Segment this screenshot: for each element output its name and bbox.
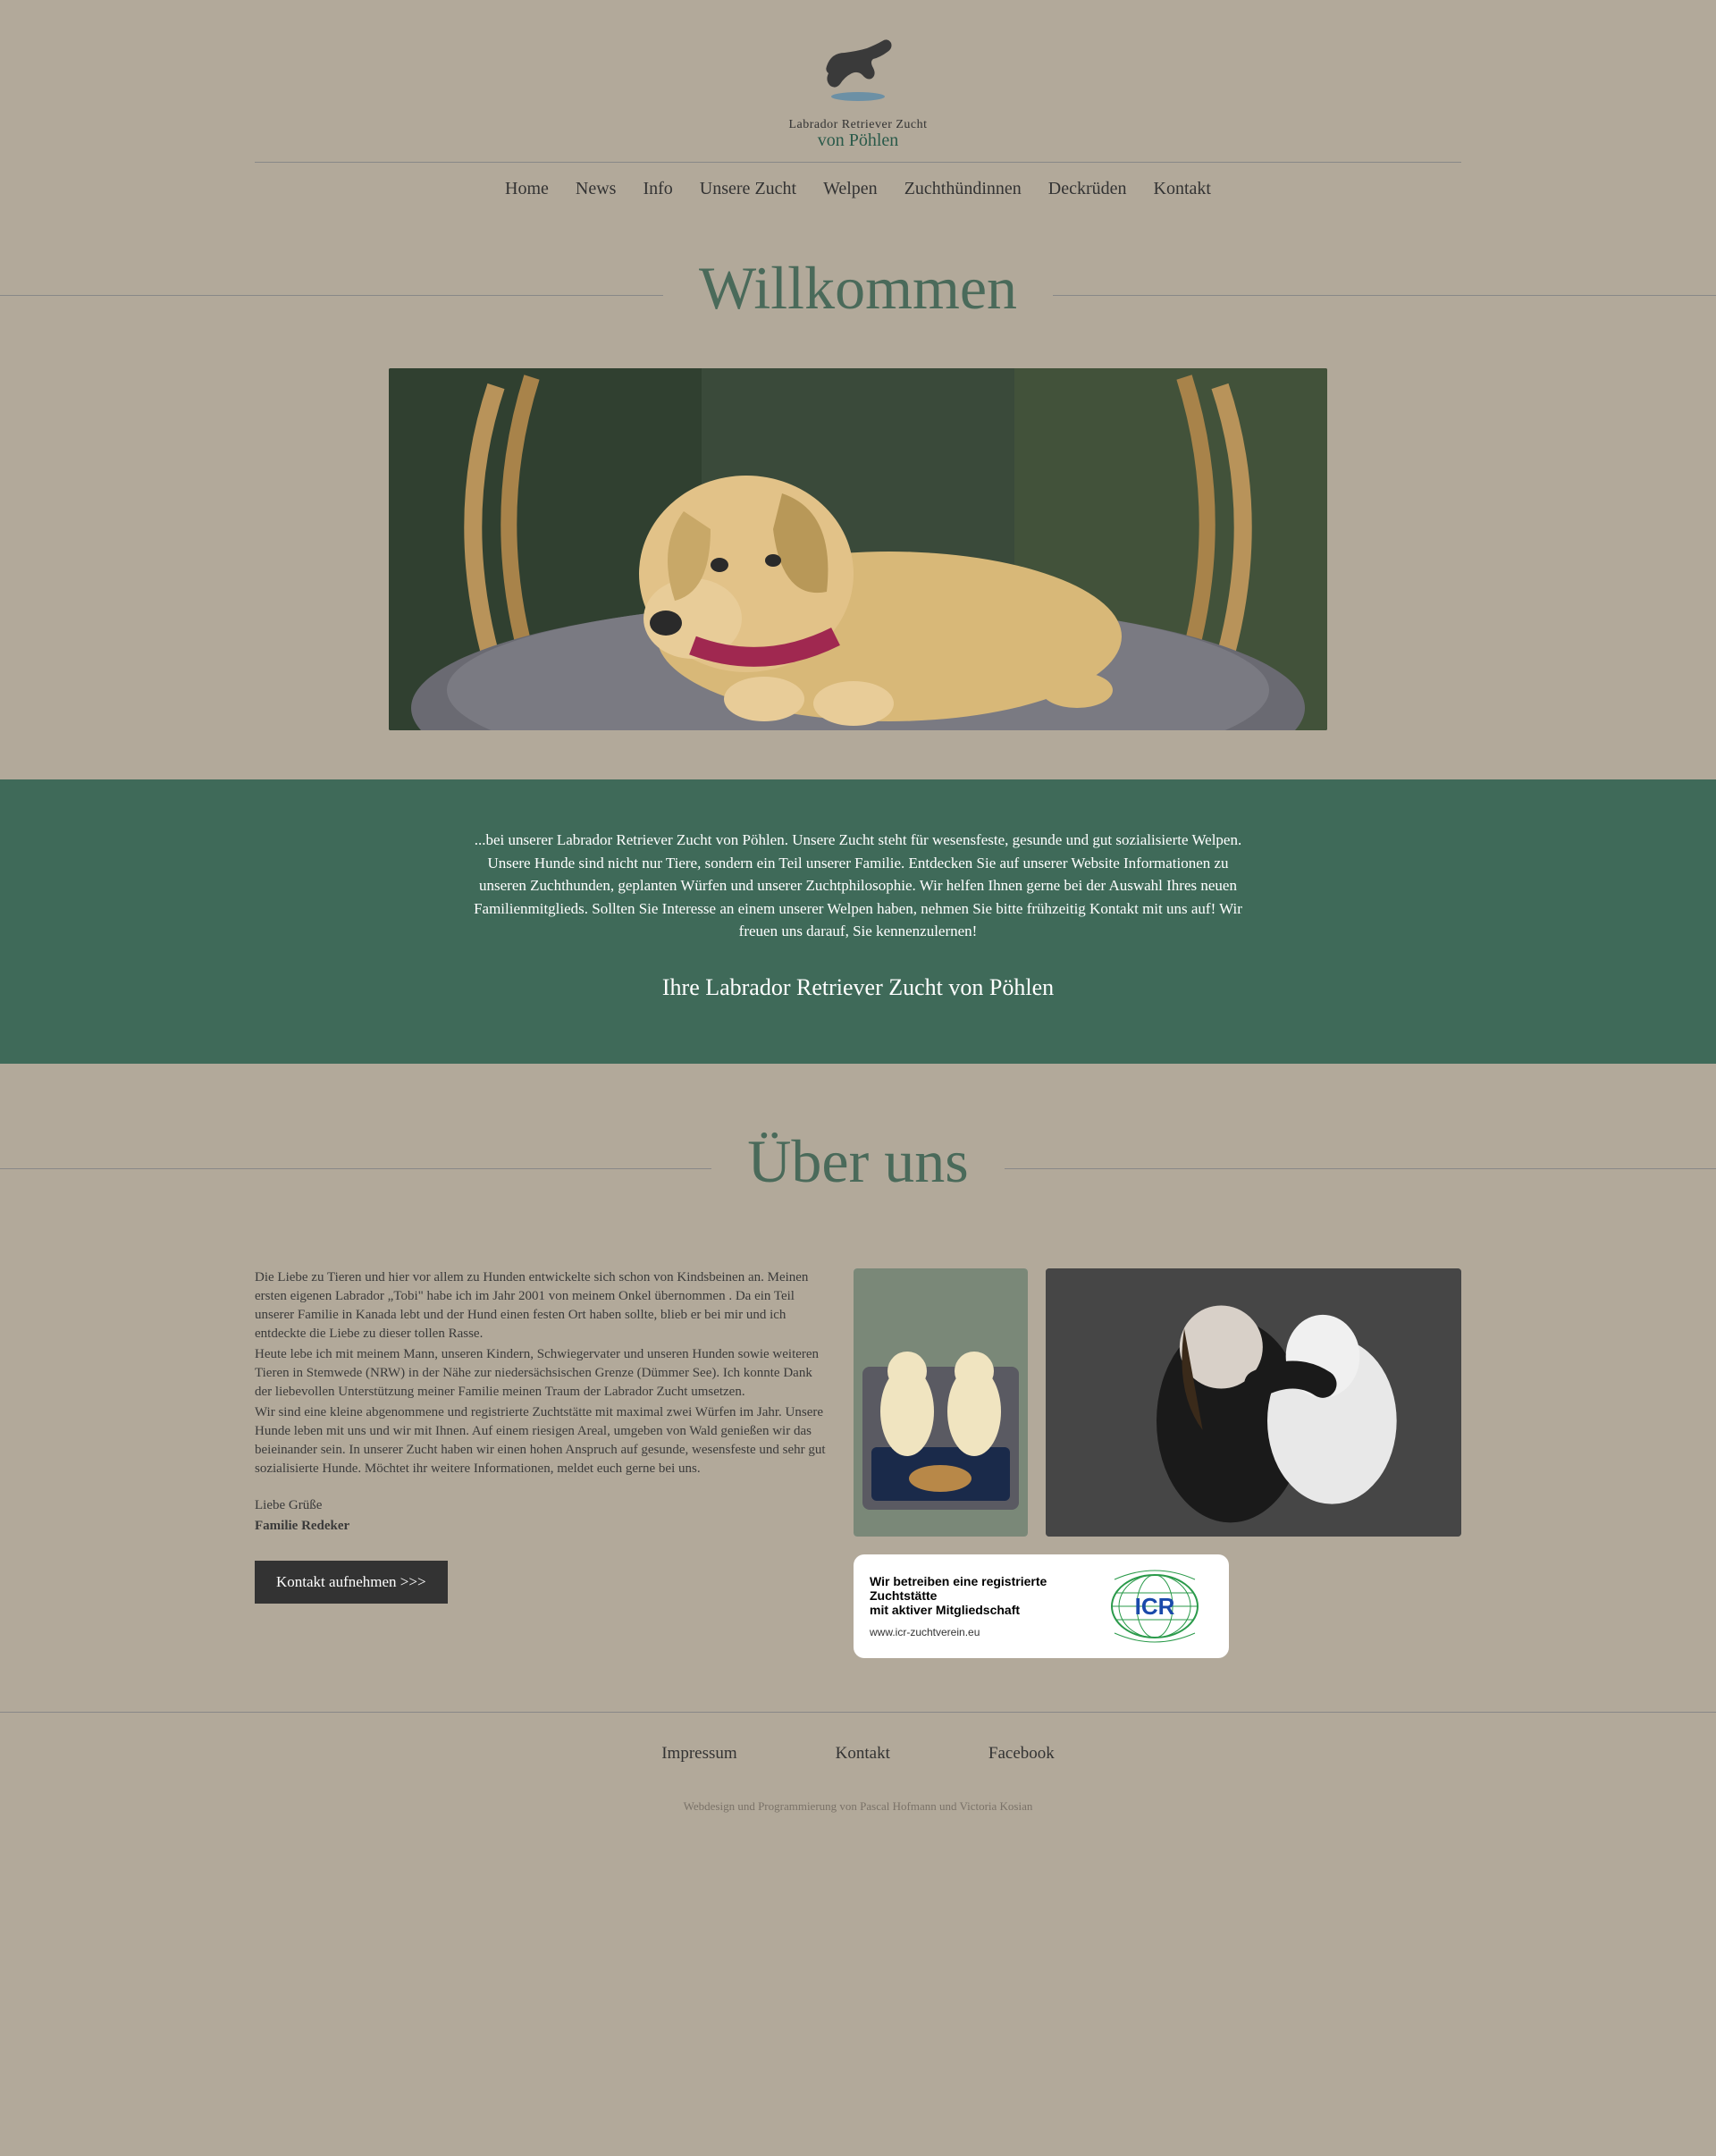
- main-nav: Home News Info Unsere Zucht Welpen Zucht…: [255, 163, 1461, 226]
- about-text-column: Die Liebe zu Tieren und hier vor allem z…: [255, 1268, 827, 1658]
- intro-text: ...bei unserer Labrador Retriever Zucht …: [469, 829, 1247, 943]
- about-family-name: Familie Redeker: [255, 1517, 827, 1536]
- about-photo-hug-bw: [1046, 1268, 1461, 1537]
- nav-welpen[interactable]: Welpen: [823, 179, 878, 199]
- footer-link-facebook[interactable]: Facebook: [988, 1744, 1055, 1764]
- logo-area: Labrador Retriever Zucht von Pöhlen: [0, 0, 1716, 162]
- logo-text-line2: von Pöhlen: [788, 131, 927, 151]
- about-paragraph-2: Heute lebe ich mit meinem Mann, unseren …: [255, 1345, 827, 1402]
- hero-section: [0, 368, 1716, 735]
- intro-green-block: ...bei unserer Labrador Retriever Zucht …: [0, 779, 1716, 1064]
- about-paragraph-3: Wir sind eine kleine abgenommene und reg…: [255, 1403, 827, 1478]
- about-signoff: Liebe Grüße: [255, 1496, 827, 1515]
- about-photo-dogs-couch: [854, 1268, 1028, 1537]
- nav-deckrueden[interactable]: Deckrüden: [1048, 179, 1127, 199]
- nav-zuchthuendinnen[interactable]: Zuchthündinnen: [904, 179, 1022, 199]
- footer-link-kontakt[interactable]: Kontakt: [836, 1744, 890, 1764]
- logo-dog-icon: [809, 21, 907, 111]
- nav-home[interactable]: Home: [505, 179, 549, 199]
- about-image-column: Wir betreiben eine registrierte Zuchtstä…: [854, 1268, 1461, 1658]
- about-heading-wrap: Über uns: [0, 1126, 1716, 1197]
- icr-logo-icon: ICR: [1097, 1566, 1213, 1646]
- about-paragraph-1: Die Liebe zu Tieren und hier vor allem z…: [255, 1268, 827, 1343]
- welcome-heading: Willkommen: [663, 253, 1053, 324]
- intro-signature: Ihre Labrador Retriever Zucht von Pöhlen: [18, 974, 1698, 1001]
- nav-news[interactable]: News: [576, 179, 617, 199]
- about-heading: Über uns: [711, 1126, 1004, 1197]
- contact-button[interactable]: Kontakt aufnehmen >>>: [255, 1561, 448, 1604]
- badge-url: www.icr-zuchtverein.eu: [870, 1626, 1079, 1638]
- welcome-heading-wrap: Willkommen: [0, 253, 1716, 324]
- footer-links: Impressum Kontakt Facebook: [0, 1744, 1716, 1764]
- hero-puppy-image: [389, 368, 1327, 730]
- footer-link-impressum[interactable]: Impressum: [661, 1744, 736, 1764]
- nav-separator: Home News Info Unsere Zucht Welpen Zucht…: [255, 162, 1461, 226]
- nav-kontakt[interactable]: Kontakt: [1154, 179, 1211, 199]
- svg-text:ICR: ICR: [1135, 1593, 1175, 1620]
- icr-membership-badge: Wir betreiben eine registrierte Zuchtstä…: [854, 1554, 1229, 1658]
- nav-unsere-zucht[interactable]: Unsere Zucht: [700, 179, 796, 199]
- footer-credit-text: Webdesign und Programmierung von Pascal …: [0, 1799, 1716, 1814]
- badge-line2: mit aktiver Mitgliedschaft: [870, 1603, 1079, 1617]
- footer: Impressum Kontakt Facebook Webdesign und…: [0, 1712, 1716, 1849]
- site-logo[interactable]: Labrador Retriever Zucht von Pöhlen: [788, 21, 927, 151]
- badge-line1: Wir betreiben eine registrierte Zuchtstä…: [870, 1574, 1079, 1603]
- about-section: Die Liebe zu Tieren und hier vor allem z…: [255, 1242, 1461, 1712]
- nav-info[interactable]: Info: [643, 179, 672, 199]
